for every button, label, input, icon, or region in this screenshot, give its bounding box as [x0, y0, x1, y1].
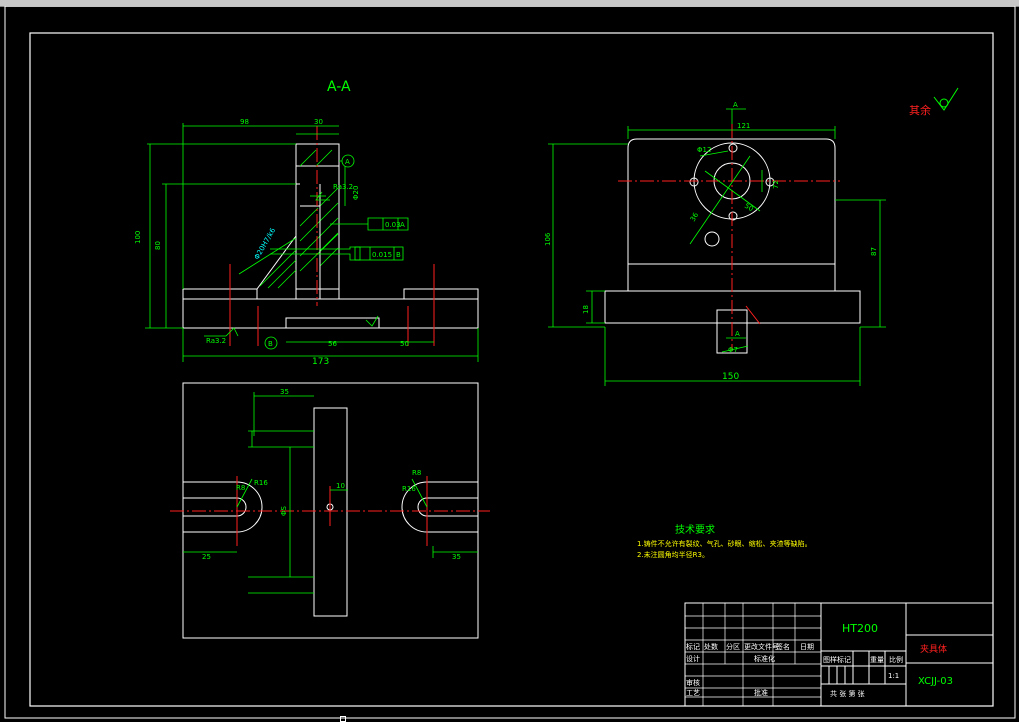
tb-designer: 设计	[686, 654, 700, 663]
section-title: A-A	[327, 79, 351, 95]
tb-check: 审核	[686, 678, 700, 687]
dim-plan-r3: R8	[412, 469, 421, 477]
dim-plan-top: 35	[280, 388, 289, 396]
tb-part-name: 夹具体	[920, 643, 947, 655]
roughness-note-1: Ra3.2	[333, 183, 353, 191]
notes-line-1: 1.铸件不允许有裂纹、气孔、砂眼、缩松、夹渣等缺陷。	[637, 539, 812, 548]
dim-left-top2: 30	[314, 118, 323, 126]
front-view: A A 121 106 87 150 18 Φ12 72 36 50 Φ7	[544, 101, 886, 386]
dim-left-tall: 100	[134, 231, 142, 244]
tb-col-sign: 签名	[776, 642, 790, 651]
cad-drawing-canvas[interactable]: A-A 98 30 100 80 173 56 50 Φ20 Ra3.2 Ra3…	[0, 6, 1019, 722]
title-block: 标记 处数 分区 更改文件号 签名 日期 设计 标准化 审核 工艺 批准 图样标…	[684, 602, 994, 707]
dim-left-bottom-a: 56	[328, 340, 337, 348]
plan-view: 35 R8 R16 R8 R16 25 35 10 ΦS	[170, 382, 490, 639]
tol-value-2: 0.015	[372, 251, 392, 259]
dim-left-top: 98	[240, 118, 249, 126]
dim-plan-r1: R8	[236, 484, 245, 492]
tb-material: HT200	[842, 622, 878, 635]
dim-plan-r4: R16	[402, 485, 416, 493]
tb-process: 工艺	[686, 689, 700, 697]
technical-requirements: 技术要求 1.铸件不允许有裂纹、气孔、砂眼、缩松、夹渣等缺陷。 2.未注圆角均半…	[637, 523, 812, 559]
hatch-area	[259, 149, 339, 289]
tb-col-date: 日期	[800, 643, 814, 651]
notes-heading: 技术要求	[675, 523, 715, 536]
diag-fit-note: Φ20H7/k6	[253, 226, 278, 261]
dim-right-small: Φ7	[728, 346, 738, 354]
tb-scale: 1:1	[888, 672, 899, 680]
tb-col-mark: 标记	[686, 642, 700, 651]
section-view-a-a: A-A 98 30 100 80 173 56 50 Φ20 Ra3.2 Ra3…	[134, 79, 479, 367]
tb-scale-label: 比例	[889, 655, 903, 664]
drawing-frame	[29, 32, 994, 707]
dim-left-total: 173	[312, 357, 329, 367]
dim-right-height2: 87	[870, 247, 878, 256]
tb-col-zone: 分区	[726, 642, 740, 651]
dim-right-base-h: 18	[582, 305, 590, 314]
dim-bolt: Φ12	[697, 146, 711, 154]
tb-col-change: 更改文件号	[744, 642, 779, 651]
dim-plan-r2: R16	[254, 479, 268, 487]
section-mark-bottom: A	[735, 330, 740, 338]
general-roughness-symbol: 其余	[909, 87, 959, 117]
roughness-label: 其余	[909, 103, 931, 117]
tb-approve: 批准	[754, 688, 768, 697]
dim-plan-l: 25	[202, 553, 211, 561]
tol-ref-2: B	[396, 251, 401, 259]
dim-phi20: Φ20	[352, 186, 360, 200]
dim-right-top: 121	[737, 122, 750, 130]
dim-bolt2: 72	[772, 180, 780, 189]
dim-left-bottom-b: 50	[400, 340, 409, 348]
tb-std: 标准化	[754, 654, 775, 663]
dim-bolt4: 50	[743, 202, 755, 213]
tol-ref-1: A	[400, 221, 405, 229]
dim-right-base: 150	[722, 372, 739, 382]
dim-plan-mid: ΦS	[280, 505, 288, 516]
datum-b-label: B	[268, 340, 273, 348]
datum-a-label: A	[345, 158, 350, 166]
dim-left-mid: 80	[154, 241, 162, 250]
dim-bolt3: 36	[689, 211, 701, 223]
dim-right-height: 106	[544, 232, 552, 246]
tb-drawing-no: XCJJ-03	[918, 676, 953, 687]
tb-col-count: 处数	[704, 642, 718, 651]
crosshair-cursor	[340, 716, 346, 722]
tb-stage: 图样标记	[823, 655, 851, 664]
dim-plan-r: 35	[452, 553, 461, 561]
notes-line-2: 2.未注圆角均半径R3。	[637, 550, 709, 559]
roughness-note-2: Ra3.2	[206, 337, 226, 345]
tb-sheets: 共 张 第 张	[830, 689, 865, 698]
tol-value-1: 0.03	[385, 221, 401, 229]
dim-plan-c: 10	[336, 482, 345, 490]
section-mark-top: A	[733, 101, 738, 109]
sheet-outer-border	[4, 6, 1016, 719]
tb-weight: 重量	[870, 656, 884, 664]
